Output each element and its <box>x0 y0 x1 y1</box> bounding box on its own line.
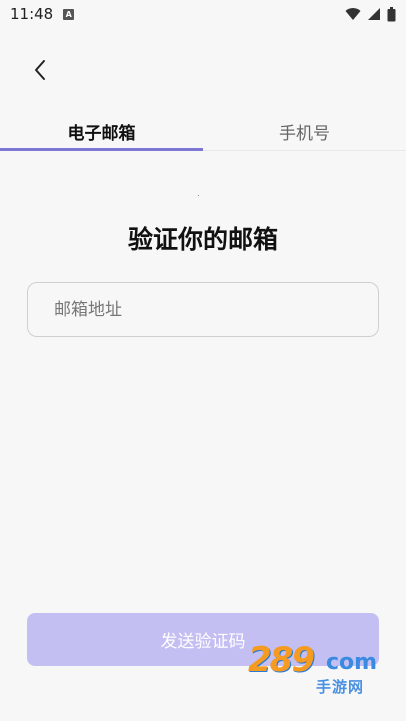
a-icon: A <box>63 8 75 20</box>
watermark-subtitle: 手游网 <box>316 678 365 696</box>
tab-phone[interactable]: 手机号 <box>203 112 406 150</box>
decorative-dot <box>198 195 199 196</box>
tab-indicator <box>0 148 203 151</box>
tab-email[interactable]: 电子邮箱 <box>0 112 203 150</box>
status-time: 11:48 <box>10 5 54 23</box>
send-code-button[interactable]: 发送验证码 <box>27 613 379 666</box>
status-right <box>345 6 396 22</box>
page-title: 验证你的邮箱 <box>127 225 278 254</box>
signal-icon <box>368 8 380 20</box>
status-bar: 11:48 A <box>0 0 406 28</box>
tab-email-label: 电子邮箱 <box>67 123 136 144</box>
email-field[interactable] <box>27 282 379 337</box>
tab-phone-label: 手机号 <box>279 123 330 144</box>
chevron-left-icon <box>35 60 45 80</box>
status-left: 11:48 A <box>10 5 75 23</box>
tab-bar: 电子邮箱 手机号 <box>0 112 406 151</box>
wifi-icon <box>345 8 361 20</box>
back-button[interactable] <box>22 52 58 88</box>
battery-icon <box>387 6 396 21</box>
